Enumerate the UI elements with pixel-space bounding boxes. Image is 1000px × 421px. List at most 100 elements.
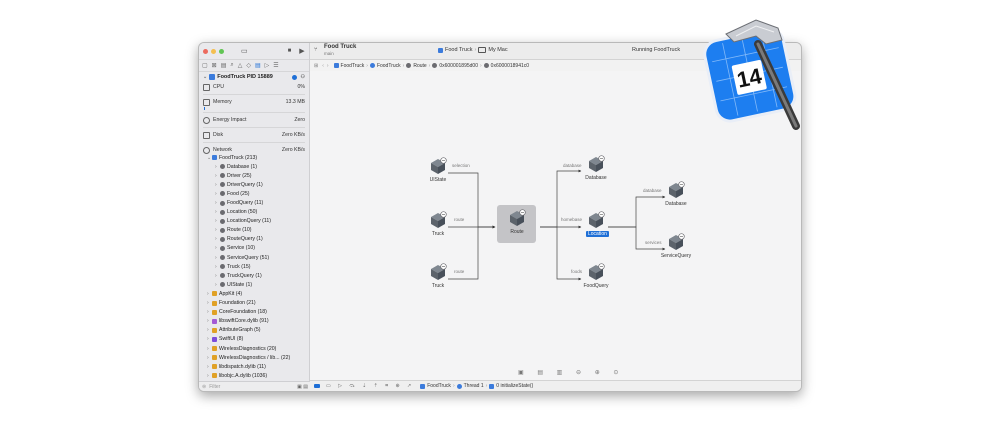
- tree-row[interactable]: ⌄ FoodTruck (213): [199, 153, 309, 162]
- edge-label: services: [645, 240, 662, 245]
- module-icon: [369, 63, 375, 68]
- object-cube-icon: [589, 211, 605, 228]
- gauge-cpu[interactable]: CPU 0%: [203, 82, 305, 92]
- info-icon[interactable]: [291, 74, 297, 80]
- tree-row[interactable]: › CoreFoundation (18): [199, 308, 309, 317]
- debug-bar: ▭ ▷ ⤼ ⇣ ⇡ ⌗ ⊕ ↗ FoodTruck › Thread 1 › 0…: [310, 380, 801, 391]
- tree-row[interactable]: › AppKit (4): [199, 289, 309, 298]
- tree-row[interactable]: › Service (10): [199, 244, 309, 253]
- jumpbar-item[interactable]: Route: [413, 63, 426, 69]
- edge-label: database: [563, 163, 582, 168]
- graph-zoom-controls[interactable]: ▣ ▤ ▥ ⊖ ⊕ ⊙: [518, 369, 624, 376]
- tree-row-label: CoreFoundation (18): [219, 309, 267, 316]
- test-navigator-icon[interactable]: ◇: [246, 62, 251, 69]
- debug-breadcrumb-item[interactable]: 0 initializeState(): [496, 383, 533, 389]
- tree-row[interactable]: › Driver (25): [199, 171, 309, 180]
- tree-row[interactable]: › Database (1): [199, 162, 309, 171]
- chevron-right-icon: ›: [474, 47, 477, 53]
- forward-icon[interactable]: ›: [327, 63, 329, 69]
- tree-row-label: WirelessDiagnostics / lib... (22): [219, 354, 291, 361]
- debug-breadcrumb-item[interactable]: Thread 1: [464, 383, 484, 389]
- filter-input[interactable]: Filter: [209, 384, 220, 390]
- find-navigator-icon[interactable]: ⌕: [230, 62, 233, 69]
- app-icon: [209, 74, 216, 80]
- type-icon: [212, 291, 217, 297]
- gauge-label: Disk: [213, 132, 224, 138]
- graph-node-label: Database: [585, 175, 607, 181]
- process-label: FoodTruck PID 15889: [217, 74, 273, 80]
- run-icon[interactable]: ▶: [299, 47, 304, 55]
- branch-name[interactable]: main: [324, 51, 334, 56]
- back-icon[interactable]: ‹: [322, 63, 324, 69]
- gauge-value: 13.3 MB: [285, 99, 305, 105]
- instance-icon: [432, 63, 438, 68]
- related-items-icon[interactable]: ⊞: [314, 63, 318, 69]
- stop-icon[interactable]: ■: [288, 48, 292, 54]
- minimize-window-button[interactable]: [211, 48, 216, 54]
- filter-options-icon[interactable]: ▣ ▤: [297, 384, 308, 390]
- tree-row[interactable]: › LocationQuery (11): [199, 217, 309, 226]
- scheme-selector[interactable]: Food Truck › My Mac: [438, 47, 508, 53]
- chevron-right-icon: ›: [366, 62, 368, 69]
- jumpbar-item[interactable]: 0x600001895d00: [439, 63, 478, 69]
- debug-breadcrumb-item[interactable]: FoodTruck: [427, 383, 451, 389]
- close-window-button[interactable]: [203, 48, 208, 54]
- source-control-icon[interactable]: ⊠: [212, 62, 217, 69]
- console-toggle-icon[interactable]: [314, 384, 320, 388]
- symbol-navigator-icon[interactable]: ▤: [221, 62, 227, 69]
- tree-row[interactable]: › TruckQuery (1): [199, 271, 309, 280]
- jumpbar-item[interactable]: FoodTruck: [341, 63, 365, 69]
- gauge-memory[interactable]: Memory 13.3 MB: [203, 97, 305, 107]
- jumpbar-item[interactable]: FoodTruck: [377, 63, 401, 69]
- tree-row[interactable]: › Food (25): [199, 189, 309, 198]
- tree-row[interactable]: › ServiceQuery (51): [199, 253, 309, 262]
- zoom-window-button[interactable]: [219, 48, 224, 54]
- tree-row[interactable]: › WirelessDiagnostics / lib... (22): [199, 353, 309, 362]
- tree-row[interactable]: › Route (10): [199, 226, 309, 235]
- branch-icon: ⑂: [314, 47, 318, 53]
- tree-row[interactable]: › Foundation (21): [199, 299, 309, 308]
- gauge-label: CPU: [213, 84, 224, 90]
- type-icon: [220, 218, 225, 224]
- debug-navigator-icon[interactable]: ▤: [255, 62, 261, 69]
- tree-row-label: AttributeGraph (5): [219, 327, 261, 334]
- type-icon: [212, 364, 217, 370]
- issue-navigator-icon[interactable]: △: [238, 62, 243, 69]
- type-icon: [220, 227, 225, 233]
- tree-row[interactable]: › SwiftUI (8): [199, 335, 309, 344]
- tree-row[interactable]: › libswiftCore.dylib (91): [199, 317, 309, 326]
- process-row[interactable]: ⌄ FoodTruck PID 15889 ⚇: [203, 72, 305, 82]
- tree-row-label: DriverQuery (1): [227, 181, 263, 188]
- project-navigator-icon[interactable]: ▢: [202, 62, 208, 69]
- tree-row[interactable]: › DriverQuery (1): [199, 180, 309, 189]
- destination-label: My Mac: [488, 47, 508, 53]
- breakpoint-navigator-icon[interactable]: ▷: [265, 62, 270, 69]
- tree-row[interactable]: › AttributeGraph (5): [199, 326, 309, 335]
- type-icon: [212, 318, 217, 324]
- object-cube-icon: [431, 157, 447, 174]
- report-navigator-icon[interactable]: ☰: [273, 62, 278, 69]
- gauge-label: Memory: [213, 99, 232, 105]
- tree-row-label: UIState (1): [227, 281, 253, 288]
- tree-row-label: RouteQuery (1): [227, 236, 263, 243]
- tree-row[interactable]: › FoodQuery (11): [199, 198, 309, 207]
- tree-row[interactable]: › UIState (1): [199, 280, 309, 289]
- gauge-label: Energy Impact: [213, 117, 247, 123]
- tree-row[interactable]: › RouteQuery (1): [199, 235, 309, 244]
- gauge-value: Zero: [294, 117, 305, 123]
- tree-row[interactable]: › Location (50): [199, 208, 309, 217]
- tree-row[interactable]: › libdispatch.dylib (11): [199, 362, 309, 371]
- type-icon: [220, 182, 225, 188]
- tree-row[interactable]: › Truck (15): [199, 262, 309, 271]
- hierarchy-icon[interactable]: ⚇: [301, 74, 305, 80]
- sidebar-toggle-icon[interactable]: ▭: [241, 47, 248, 55]
- debug-controls[interactable]: ▭ ▷ ⤼ ⇣ ⇡ ⌗ ⊕ ↗: [326, 383, 414, 389]
- tree-row[interactable]: › WirelessDiagnostics (20): [199, 344, 309, 353]
- chevron-right-icon: ›: [485, 383, 488, 389]
- gauge-energy[interactable]: Energy Impact Zero: [203, 115, 305, 125]
- gauge-disk[interactable]: Disk Zero KB/s: [203, 130, 305, 140]
- type-icon: [220, 173, 225, 179]
- jumpbar-item[interactable]: 0x6000018941c0: [491, 63, 529, 69]
- graph-node-label: Truck: [431, 231, 445, 237]
- tree-row[interactable]: › libobjc.A.dylib (1036): [199, 371, 309, 380]
